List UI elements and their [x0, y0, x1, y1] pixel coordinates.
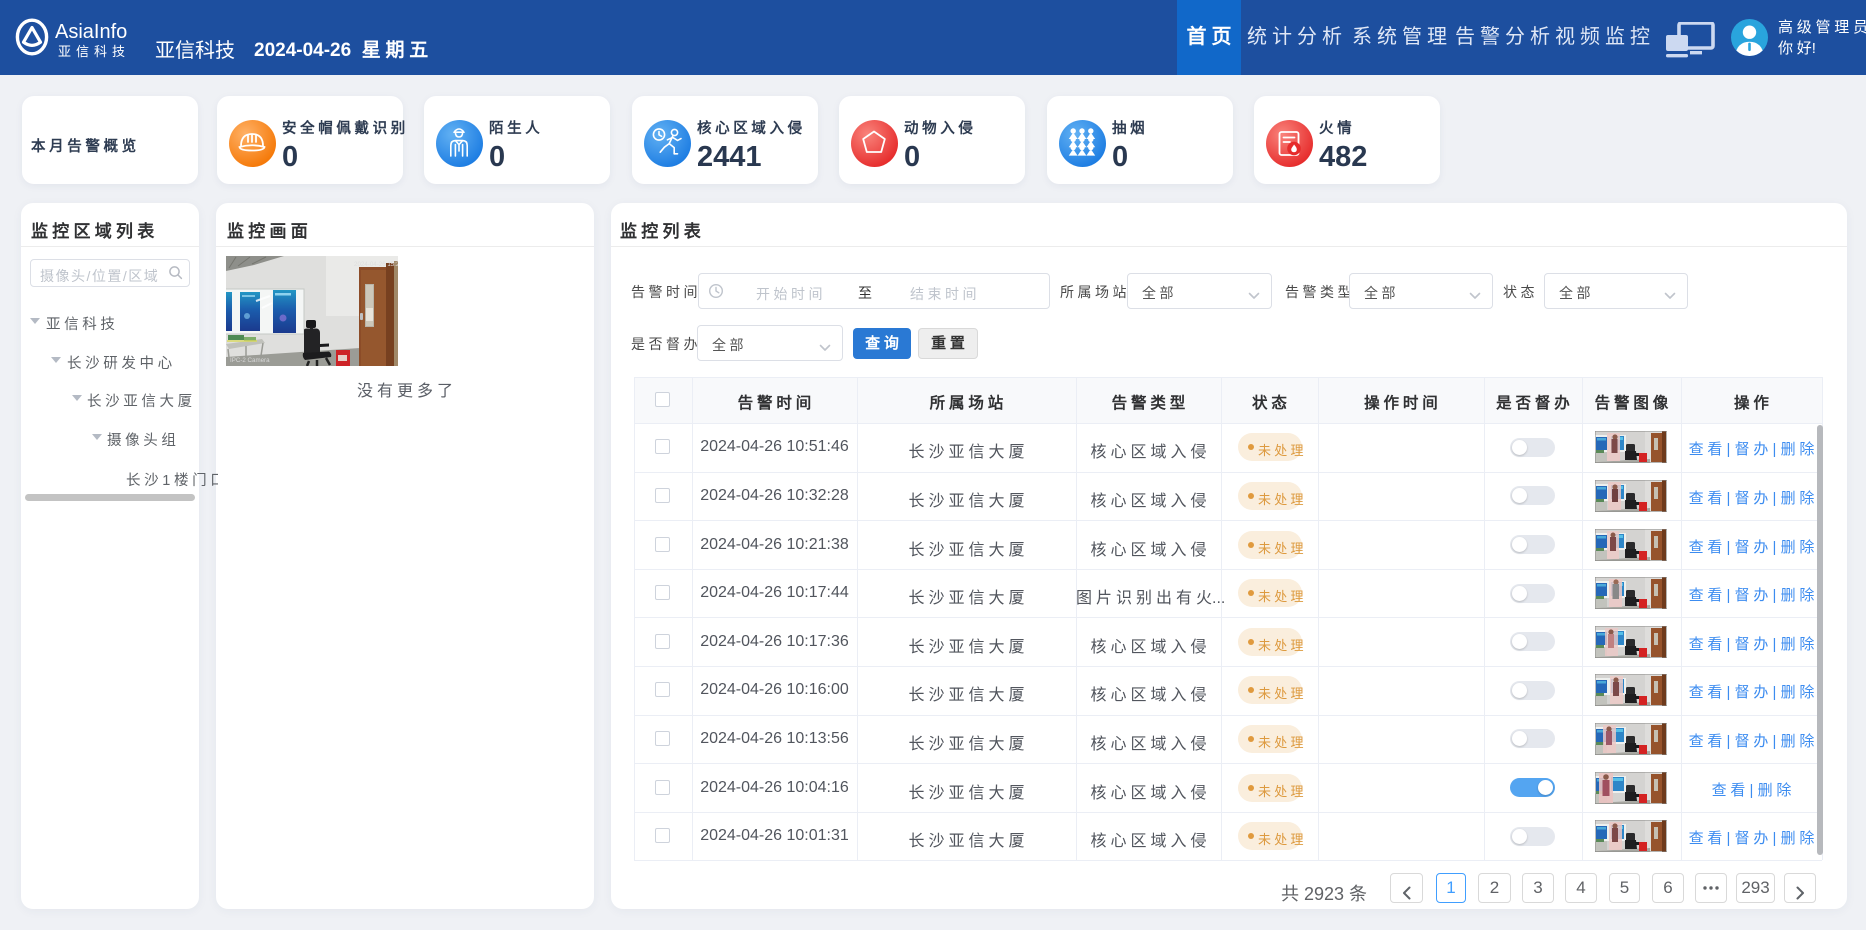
- svg-text:2024-04-26 15:28: 2024-04-26 15:28: [354, 261, 398, 268]
- svg-text:IPC-2 Camera: IPC-2 Camera: [230, 357, 270, 364]
